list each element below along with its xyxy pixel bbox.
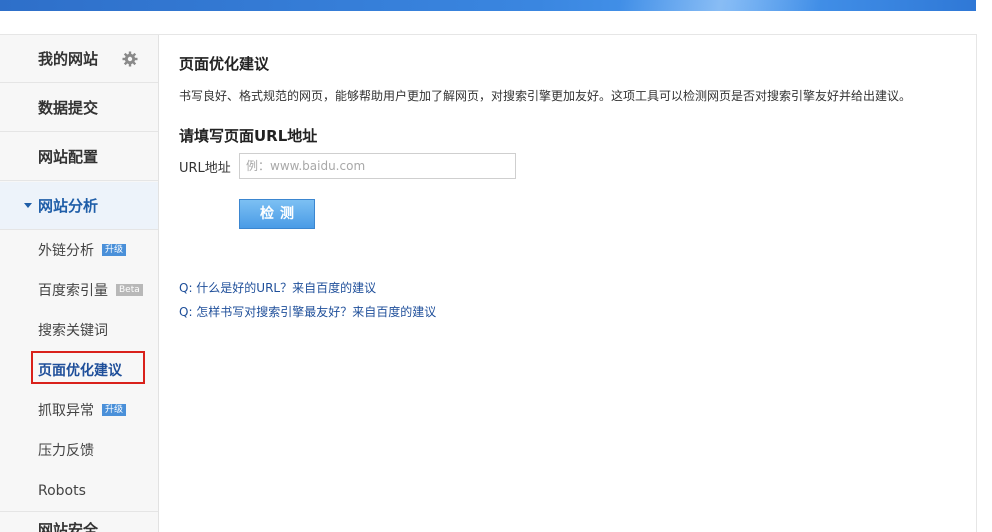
sidebar-item-site-analysis[interactable]: 网站分析 (0, 182, 158, 230)
sidebar-subitem-crawl-errors[interactable]: 抓取异常 升级 (38, 401, 127, 421)
sidebar-item-site-config[interactable]: 网站配置 (0, 133, 158, 181)
subitem-label: 抓取异常 (38, 403, 94, 419)
sidebar-item-label: 我的网站 (38, 50, 99, 68)
sidebar-item-label: 网站安全 (38, 521, 99, 532)
sidebar-item-my-sites[interactable]: 我的网站 (0, 35, 158, 83)
form-title: 请填写页面URL地址 (179, 127, 318, 145)
subitem-label: 外链分析 (38, 243, 94, 259)
sidebar-item-label: 网站配置 (38, 148, 99, 166)
subitem-label: 压力反馈 (38, 443, 94, 459)
top-banner (0, 0, 976, 11)
sidebar-item-label: 网站分析 (38, 197, 99, 215)
subitem-label: 搜索关键词 (38, 323, 108, 339)
sidebar-item-label: 数据提交 (38, 99, 99, 117)
url-label: URL地址 (179, 161, 231, 176)
page-title: 页面优化建议 (179, 55, 270, 73)
caret-down-icon (24, 203, 32, 208)
sidebar-item-data-submit[interactable]: 数据提交 (0, 84, 158, 132)
sidebar-item-site-security[interactable]: 网站安全 (0, 511, 158, 532)
upgrade-badge: 升级 (102, 244, 127, 256)
sidebar-subitem-index-volume[interactable]: 百度索引量 Beta (38, 281, 143, 301)
banner-sheen (620, 0, 820, 11)
check-button[interactable]: 检测 (239, 199, 315, 229)
selection-highlight-box (31, 351, 145, 384)
sidebar-subitem-robots[interactable]: Robots (38, 481, 86, 501)
faq-link-good-url[interactable]: Q: 什么是好的URL？来自百度的建议 (179, 279, 376, 296)
url-input[interactable] (239, 153, 516, 179)
sidebar-subitem-search-keywords[interactable]: 搜索关键词 (38, 321, 108, 341)
subitem-label: Robots (38, 483, 86, 499)
faq-link-seo-friendly[interactable]: Q: 怎样书写对搜索引擎最友好？来自百度的建议 (179, 303, 436, 320)
sidebar-subitem-backlinks[interactable]: 外链分析 升级 (38, 241, 127, 261)
upgrade-badge: 升级 (102, 404, 127, 416)
subitem-label: 百度索引量 (38, 283, 108, 299)
beta-badge: Beta (116, 284, 143, 296)
page-description: 书写良好、格式规范的网页，能够帮助用户更加了解网页，对搜索引擎更加友好。这项工具… (179, 89, 912, 103)
sidebar-subitem-pressure-feedback[interactable]: 压力反馈 (38, 441, 94, 461)
gear-icon[interactable] (122, 51, 138, 67)
